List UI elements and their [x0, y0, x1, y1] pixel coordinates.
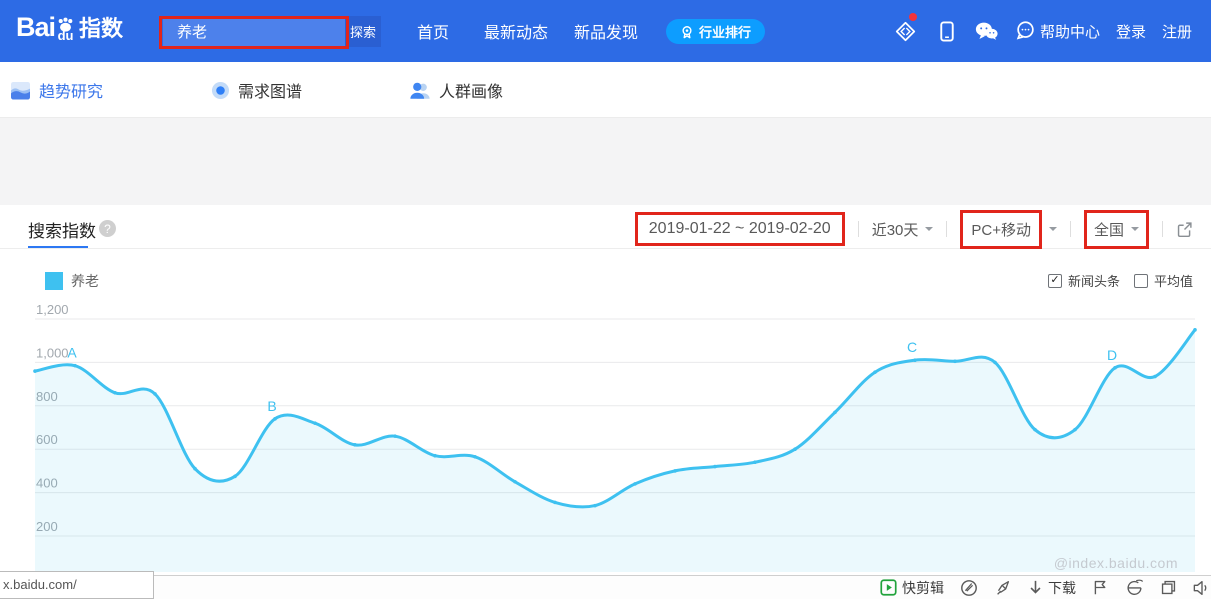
industry-ranking-button[interactable]: 行业排行: [666, 19, 765, 44]
notification-dot: [909, 13, 917, 21]
legend-color-swatch: [45, 272, 63, 290]
chevron-down-icon: [1049, 227, 1057, 235]
question-icon[interactable]: ?: [99, 220, 116, 237]
quick-clip-icon: [880, 579, 897, 596]
industry-ranking-label: 行业排行: [699, 22, 751, 41]
chevron-down-icon: [925, 227, 933, 235]
search-input[interactable]: [163, 16, 345, 47]
checkbox-checked-icon: [1048, 274, 1062, 288]
control-separator: [1070, 221, 1071, 237]
svg-text:B: B: [267, 398, 276, 414]
svg-text:A: A: [67, 345, 77, 361]
date-range[interactable]: 2019-01-22 ~ 2019-02-20: [635, 212, 845, 246]
average-checkbox[interactable]: 平均值: [1134, 271, 1193, 290]
series-legend[interactable]: 养老: [45, 271, 99, 291]
speaker-icon[interactable]: [1193, 579, 1211, 597]
subnav-item-crowd-portrait[interactable]: 人群画像: [409, 62, 503, 118]
device-select-label: PC+移动: [960, 210, 1042, 249]
logo-text-bai: Bai: [16, 12, 55, 43]
download-tool[interactable]: 下载: [1028, 578, 1076, 598]
logo-text-suffix: 指数: [79, 11, 123, 43]
control-separator: [1162, 221, 1163, 237]
subnav-item-trend-research[interactable]: 趋势研究: [10, 62, 103, 118]
logo-paw-group: du: [57, 17, 74, 43]
baidu-index-logo[interactable]: Bai du 指数: [16, 11, 123, 43]
external-link-icon[interactable]: [1176, 221, 1193, 238]
help-chat-icon[interactable]: [1016, 21, 1035, 45]
average-label: 平均值: [1154, 271, 1193, 290]
svg-text:1,200: 1,200: [36, 302, 69, 317]
register-link[interactable]: 注册: [1162, 0, 1192, 62]
region-select-label: 全国: [1094, 219, 1124, 240]
subnav-crowd-label: 人群画像: [439, 78, 503, 102]
keyword-filter-band: 关键词 + 添加对比 确定: [0, 118, 1211, 205]
download-label: 下载: [1048, 578, 1076, 598]
tab-search-index[interactable]: 搜索指数: [28, 217, 96, 242]
device-select[interactable]: PC+移动: [960, 210, 1057, 249]
svg-text:C: C: [907, 339, 917, 355]
svg-text:1,000: 1,000: [36, 345, 69, 360]
status-bar-tools: 快剪辑 下载: [880, 577, 1211, 598]
trend-chart-icon: [10, 81, 31, 100]
search-index-chart: 1,2001,000800600400200ABCD: [0, 300, 1211, 572]
legend-series-name: 养老: [71, 271, 99, 291]
help-center-link[interactable]: 帮助中心: [1040, 0, 1100, 62]
quick-clip-tool[interactable]: 快剪辑: [880, 578, 944, 598]
control-separator: [946, 221, 947, 237]
top-search-group: 探索: [163, 16, 381, 47]
logo-text-du: du: [58, 28, 74, 43]
nav-latest-news[interactable]: 最新动态: [484, 0, 548, 62]
login-link[interactable]: 登录: [1116, 0, 1146, 62]
explore-button[interactable]: 探索: [345, 16, 381, 47]
topbar: Bai du 指数 探索 首页 最新动态 新品发现 行业排行: [0, 0, 1211, 62]
subnav-demand-label: 需求图谱: [238, 78, 302, 102]
watermark: @index.baidu.com: [1054, 555, 1178, 571]
rocket-icon[interactable]: [994, 579, 1012, 597]
range-select-label: 近30天: [872, 219, 919, 240]
mobile-app-icon[interactable]: [938, 21, 956, 47]
data-diamond-icon[interactable]: [895, 21, 916, 47]
baidu-index-page: Bai du 指数 探索 首页 最新动态 新品发现 行业排行: [0, 0, 1211, 599]
ranking-badge-icon: [680, 25, 694, 39]
chevron-down-icon: [1131, 227, 1139, 235]
search-index-panel: 搜索指数 ? 2019-01-22 ~ 2019-02-20 近30天 PC+移…: [0, 205, 1211, 575]
chart-controls: 2019-01-22 ~ 2019-02-20 近30天 PC+移动 全国: [635, 210, 1193, 248]
svg-text:D: D: [1107, 347, 1117, 363]
checkbox-unchecked-icon: [1134, 274, 1148, 288]
pen-circle-icon[interactable]: [960, 579, 978, 597]
chart-options: 新闻头条 平均值: [1048, 271, 1193, 290]
status-url-tooltip: x.baidu.com/: [0, 571, 154, 599]
quick-clip-label: 快剪辑: [902, 578, 944, 598]
flag-icon[interactable]: [1092, 579, 1109, 596]
range-select[interactable]: 近30天: [872, 219, 934, 240]
target-icon: [211, 81, 230, 100]
control-separator: [858, 221, 859, 237]
news-headline-label: 新闻头条: [1068, 271, 1120, 290]
people-icon: [409, 81, 431, 100]
subnav-trend-label: 趋势研究: [39, 78, 103, 102]
region-select[interactable]: 全国: [1084, 210, 1149, 249]
wechat-icon[interactable]: [975, 21, 998, 46]
nav-new-products[interactable]: 新品发现: [574, 0, 638, 62]
nav-home[interactable]: 首页: [417, 0, 449, 62]
window-restore-icon[interactable]: [1160, 579, 1177, 596]
subnav-item-demand-map[interactable]: 需求图谱: [211, 62, 302, 118]
subnav: 趋势研究 需求图谱 人群画像: [0, 62, 1211, 118]
ie-browser-icon[interactable]: [1125, 579, 1144, 596]
download-arrow-icon: [1028, 580, 1043, 596]
news-headline-checkbox[interactable]: 新闻头条: [1048, 271, 1120, 290]
